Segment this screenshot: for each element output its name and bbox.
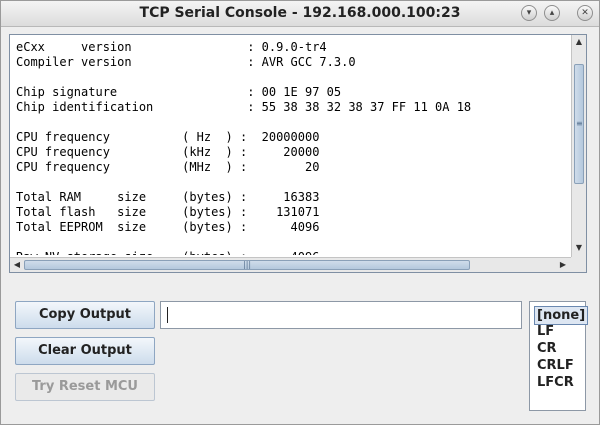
line-ending-option-cr[interactable]: CR [535,340,559,357]
console-text[interactable]: eCxx version : 0.9.0-tr4 Compiler versio… [16,40,568,255]
scroll-down-icon[interactable]: ▼ [572,241,586,255]
scroll-corner [571,257,586,272]
scroll-right-icon[interactable]: ▶ [556,258,570,272]
horizontal-scroll-thumb[interactable]: ||| [24,260,470,270]
line-ending-option-crlf[interactable]: CRLF [535,357,576,374]
help-icon[interactable]: ▾ [521,5,537,21]
scroll-left-icon[interactable]: ◀ [10,258,24,272]
title-bar[interactable]: TCP Serial Console - 192.168.000.100:23 … [1,1,599,27]
console-output[interactable]: eCxx version : 0.9.0-tr4 Compiler versio… [9,34,587,273]
thumb-grip-icon: ≡ [576,119,583,128]
scroll-up-icon[interactable]: ▲ [572,35,586,49]
copy-output-button[interactable]: Copy Output [15,301,155,329]
maximize-icon[interactable]: ▴ [544,5,560,21]
line-ending-option-lfcr[interactable]: LFCR [535,374,576,391]
line-ending-option-lf[interactable]: LF [535,323,556,340]
thumb-grip-icon: ||| [243,260,252,269]
vertical-scroll-thumb[interactable]: ≡ [574,64,584,184]
text-caret [167,307,168,323]
close-icon[interactable]: ✕ [577,5,593,21]
vertical-scrollbar[interactable]: ▲ ≡ ▼ [571,35,586,257]
command-input[interactable] [160,301,522,329]
window-title: TCP Serial Console - 192.168.000.100:23 [139,5,461,21]
clear-output-button[interactable]: Clear Output [15,337,155,365]
try-reset-mcu-button[interactable]: Try Reset MCU [15,373,155,401]
line-ending-list[interactable]: [none] LF CR CRLF LFCR [529,301,589,411]
console-window: TCP Serial Console - 192.168.000.100:23 … [0,0,600,425]
horizontal-scrollbar[interactable]: ◀ ||| ▶ [10,257,571,272]
